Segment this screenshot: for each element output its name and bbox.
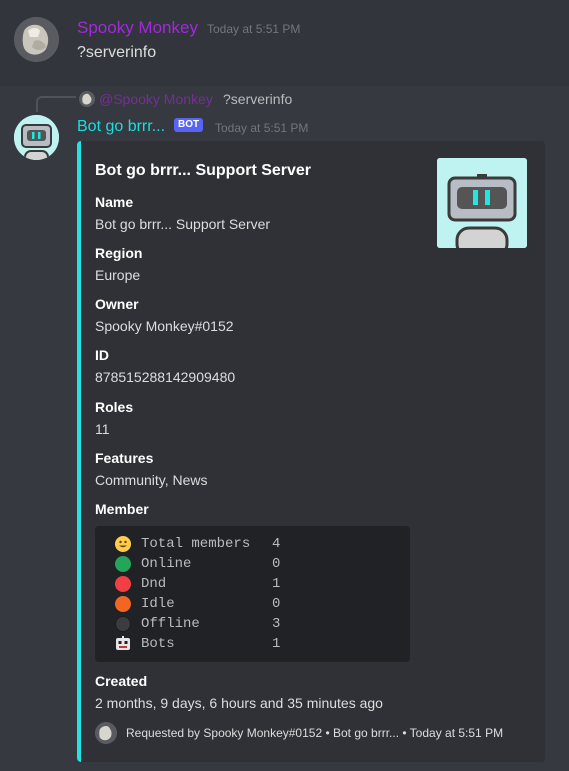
smiley-icon (115, 536, 131, 552)
embed-title: Bot go brrr... Support Server (95, 162, 312, 179)
field-member-label: Member (95, 501, 149, 517)
member-stat-value: 1 (272, 636, 281, 652)
offline-status-icon (115, 616, 131, 632)
field-roles-label: Roles (95, 399, 134, 415)
reply-content[interactable]: ?serverinfo (223, 91, 292, 107)
message-content: ?serverinfo (77, 44, 157, 61)
member-stat-value: 4 (272, 536, 281, 552)
embed-footer: Requested by Spooky Monkey#0152 • Bot go… (126, 726, 504, 740)
user-avatar[interactable] (14, 17, 59, 62)
member-stat-label: Online (141, 556, 192, 572)
member-stats-codeblock: Total members 4 Online 0 Dnd 1 Idle 0 Of… (95, 526, 410, 662)
member-stat-label: Total members (141, 536, 251, 552)
member-stat-label: Bots (141, 636, 175, 652)
footer-avatar (95, 722, 117, 744)
reply-mention[interactable]: @Spooky Monkey (99, 91, 213, 107)
field-id-value: 878515288142909480 (95, 369, 236, 385)
field-owner-value: Spooky Monkey#0152 (95, 318, 234, 334)
message-spooky: Spooky Monkey Today at 5:51 PM ?serverin… (0, 0, 569, 86)
reply-connector (36, 96, 76, 112)
server-info-embed: Bot go brrr... Support Server Name Bot g… (77, 141, 545, 762)
member-stat-value: 3 (272, 616, 281, 632)
field-owner-label: Owner (95, 296, 139, 312)
member-stat-label: Dnd (141, 576, 167, 592)
monkey-avatar-icon (95, 722, 117, 744)
dnd-status-icon (115, 576, 131, 592)
idle-status-icon (115, 596, 131, 612)
field-roles-value: 11 (95, 421, 110, 437)
message-timestamp: Today at 5:51 PM (207, 22, 301, 36)
field-created-value: 2 months, 9 days, 6 hours and 35 minutes… (95, 695, 383, 711)
monkey-avatar-icon (79, 91, 95, 107)
field-name-value: Bot go brrr... Support Server (95, 216, 271, 232)
reply-avatar[interactable] (79, 91, 95, 107)
bot-avatar[interactable] (14, 115, 59, 160)
monkey-avatar-icon (14, 17, 58, 61)
bot-author-name[interactable]: Bot go brrr... (77, 118, 165, 136)
robot-thumbnail-icon (437, 158, 527, 248)
member-stat-value: 0 (272, 556, 281, 572)
field-name-label: Name (95, 194, 134, 210)
field-region-label: Region (95, 245, 143, 261)
robot-icon (115, 636, 131, 652)
member-stat-label: Idle (141, 596, 175, 612)
bot-tag: BOT (174, 118, 204, 132)
online-status-icon (115, 556, 131, 572)
field-features-value: Community, News (95, 472, 208, 488)
field-id-label: ID (95, 347, 109, 363)
field-region-value: Europe (95, 267, 141, 283)
member-stat-value: 0 (272, 596, 281, 612)
bot-message-timestamp: Today at 5:51 PM (215, 121, 309, 135)
field-features-label: Features (95, 450, 154, 466)
robot-avatar-icon (14, 115, 59, 160)
member-stat-value: 1 (272, 576, 281, 592)
embed-thumbnail[interactable] (437, 158, 527, 248)
field-created-label: Created (95, 673, 148, 689)
author-name[interactable]: Spooky Monkey (77, 18, 198, 38)
member-stat-label: Offline (141, 616, 200, 632)
